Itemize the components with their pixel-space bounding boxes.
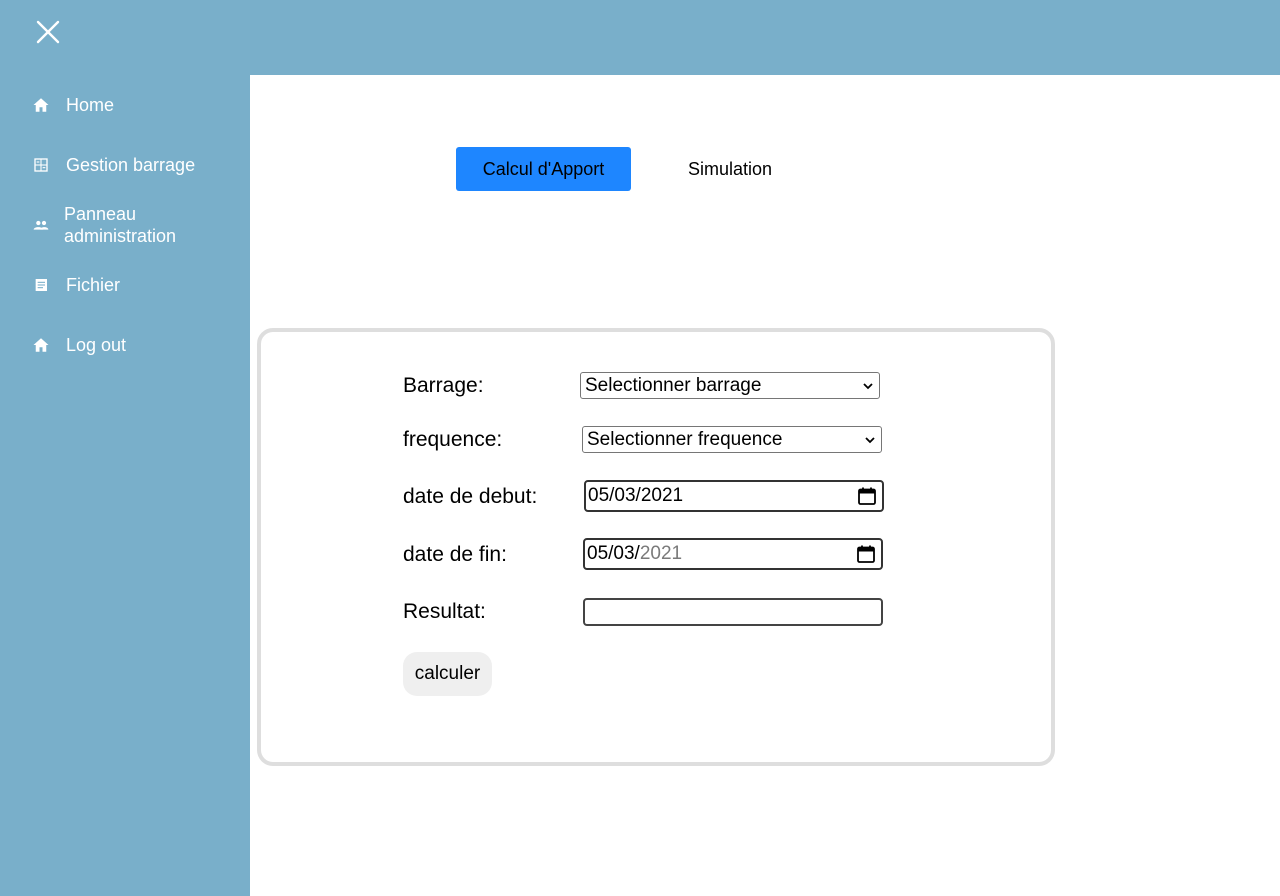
document-icon bbox=[32, 276, 50, 294]
frequence-label: frequence: bbox=[403, 428, 503, 451]
date-fin-input[interactable]: 05/03/2021 bbox=[583, 538, 883, 570]
date-fin-label: date de fin: bbox=[403, 543, 507, 566]
sidebar-item-label: Panneau administration bbox=[64, 204, 177, 246]
top-bar bbox=[0, 0, 1280, 75]
tab-simulation[interactable]: Simulation bbox=[668, 147, 792, 191]
people-icon bbox=[32, 216, 50, 234]
home-icon bbox=[32, 336, 50, 354]
resultat-input[interactable] bbox=[583, 598, 883, 626]
resultat-label: Resultat: bbox=[403, 600, 486, 623]
chevron-down-icon bbox=[865, 437, 875, 444]
home-icon bbox=[32, 96, 50, 114]
date-debut-value: 05/03/2021 bbox=[588, 485, 684, 506]
date-debut-input[interactable]: 05/03/2021 bbox=[584, 480, 884, 512]
frequence-select-value: Selectionner frequence bbox=[587, 428, 783, 450]
sidebar-item-label: Log out bbox=[66, 335, 127, 355]
sidebar-item-fichier[interactable]: Fichier bbox=[0, 260, 250, 310]
sidebar: Home Gestion barrage Panneau administrat… bbox=[0, 75, 250, 896]
calculator-icon bbox=[32, 156, 50, 174]
main-content: Calcul d'Apport Simulation Barrage: Sele… bbox=[250, 75, 1280, 896]
sidebar-item-label: Fichier bbox=[66, 275, 121, 295]
tab-calcul-apport[interactable]: Calcul d'Apport bbox=[456, 147, 631, 191]
date-fin-day-month: 05/03/ bbox=[587, 543, 640, 564]
sidebar-item-label: Home bbox=[66, 95, 115, 115]
calculer-button[interactable]: calculer bbox=[403, 652, 492, 696]
frequence-select[interactable]: Selectionner frequence bbox=[582, 426, 882, 453]
calendar-icon[interactable] bbox=[856, 544, 876, 564]
sidebar-item-label: Gestion barrage bbox=[66, 155, 196, 175]
barrage-select-value: Selectionner barrage bbox=[585, 374, 762, 396]
sidebar-item-gestion-barrage[interactable]: Gestion barrage bbox=[0, 140, 250, 190]
sidebar-item-home[interactable]: Home bbox=[0, 80, 250, 130]
form-card: Barrage: Selectionner barrage frequence:… bbox=[257, 328, 1055, 766]
sidebar-item-log-out[interactable]: Log out bbox=[0, 320, 250, 370]
barrage-select[interactable]: Selectionner barrage bbox=[580, 372, 880, 399]
barrage-label: Barrage: bbox=[403, 374, 484, 397]
date-fin-year: 2021 bbox=[639, 543, 683, 564]
chevron-down-icon bbox=[863, 383, 873, 390]
date-debut-label: date de debut: bbox=[403, 485, 538, 508]
sidebar-item-panneau-administration[interactable]: Panneau administration bbox=[0, 199, 250, 251]
calendar-icon[interactable] bbox=[857, 486, 877, 506]
close-icon[interactable] bbox=[36, 20, 60, 44]
